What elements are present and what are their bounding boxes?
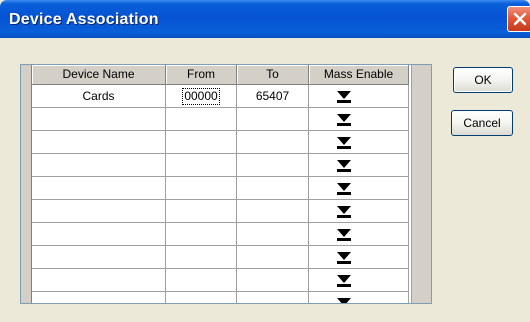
device-name-cell[interactable] [32,108,166,131]
table-row[interactable] [21,246,411,269]
to-cell[interactable] [237,269,309,292]
column-header-from[interactable]: From [166,65,237,85]
mass-enable-dropdown-button[interactable] [334,89,354,103]
chevron-down-icon [337,206,351,214]
dropdown-underline [337,146,351,149]
mass-enable-dropdown-button[interactable] [334,296,354,303]
mass-enable-cell[interactable] [309,177,409,200]
column-header-device-name[interactable]: Device Name [32,65,166,85]
dropdown-underline [337,284,351,287]
chevron-down-icon [337,114,351,122]
device-name-cell[interactable] [32,246,166,269]
chevron-down-icon [337,298,351,303]
table-row[interactable] [21,154,411,177]
to-cell[interactable] [237,131,309,154]
table-row[interactable]: Cards 00000 65407 [21,85,411,108]
chevron-down-icon [337,275,351,283]
mass-enable-cell[interactable] [309,200,409,223]
dropdown-underline [337,100,351,103]
to-cell[interactable] [237,200,309,223]
mass-enable-dropdown-button[interactable] [334,273,354,287]
device-association-dialog: Device Association Device Name From To Mass… [0,0,530,322]
from-cell[interactable] [166,108,237,131]
to-cell[interactable]: 65407 [237,85,309,108]
chevron-down-icon [337,91,351,99]
mass-enable-cell[interactable] [309,292,409,303]
mass-enable-cell[interactable] [309,223,409,246]
device-name-cell[interactable] [32,131,166,154]
to-cell[interactable] [237,246,309,269]
device-grid[interactable]: Device Name From To Mass Enable Cards 00000 65… [20,64,432,304]
mass-enable-dropdown-button[interactable] [334,112,354,126]
device-name-cell[interactable] [32,200,166,223]
table-row[interactable] [21,223,411,246]
table-row[interactable] [21,200,411,223]
dropdown-underline [337,261,351,264]
grid-empty-area [411,65,431,303]
close-icon [513,12,527,26]
mass-enable-cell[interactable] [309,85,409,108]
mass-enable-dropdown-button[interactable] [334,250,354,264]
device-name-cell[interactable] [32,154,166,177]
device-name-cell[interactable] [32,223,166,246]
chevron-down-icon [337,183,351,191]
close-button[interactable] [507,6,530,32]
from-cell[interactable] [166,177,237,200]
mass-enable-cell[interactable] [309,108,409,131]
table-row[interactable] [21,131,411,154]
table-row[interactable] [21,177,411,200]
mass-enable-dropdown-button[interactable] [334,204,354,218]
mass-enable-cell[interactable] [309,269,409,292]
table-row[interactable] [21,292,411,303]
from-cell[interactable] [166,200,237,223]
from-cell[interactable] [166,131,237,154]
to-cell[interactable] [237,108,309,131]
from-cell[interactable] [166,246,237,269]
to-cell[interactable] [237,292,309,303]
mass-enable-dropdown-button[interactable] [334,135,354,149]
title-bar[interactable]: Device Association [0,0,530,38]
to-cell[interactable] [237,154,309,177]
dropdown-underline [337,215,351,218]
table-row[interactable] [21,269,411,292]
ok-button[interactable]: OK [453,67,513,93]
from-cell[interactable]: 00000 [166,85,237,108]
window-title: Device Association [9,11,159,28]
from-cell[interactable] [166,223,237,246]
device-name-cell[interactable] [32,292,166,303]
device-name-cell[interactable] [32,269,166,292]
mass-enable-cell[interactable] [309,154,409,177]
column-header-mass-enable[interactable]: Mass Enable [309,65,409,85]
dropdown-underline [337,238,351,241]
dropdown-underline [337,123,351,126]
chevron-down-icon [337,252,351,260]
from-value-focused[interactable]: 00000 [182,88,220,105]
to-cell[interactable] [237,177,309,200]
mass-enable-dropdown-button[interactable] [334,158,354,172]
from-cell[interactable] [166,269,237,292]
mass-enable-dropdown-button[interactable] [334,181,354,195]
column-header-to[interactable]: To [237,65,309,85]
device-name-cell[interactable] [32,177,166,200]
mass-enable-cell[interactable] [309,246,409,269]
from-cell[interactable] [166,154,237,177]
table-row[interactable] [21,108,411,131]
chevron-down-icon [337,229,351,237]
chevron-down-icon [337,160,351,168]
mass-enable-cell[interactable] [309,131,409,154]
chevron-down-icon [337,137,351,145]
cancel-button[interactable]: Cancel [451,110,513,136]
dropdown-underline [337,192,351,195]
mass-enable-dropdown-button[interactable] [334,227,354,241]
from-cell[interactable] [166,292,237,303]
to-cell[interactable] [237,223,309,246]
dropdown-underline [337,169,351,172]
device-name-cell[interactable]: Cards [32,85,166,108]
